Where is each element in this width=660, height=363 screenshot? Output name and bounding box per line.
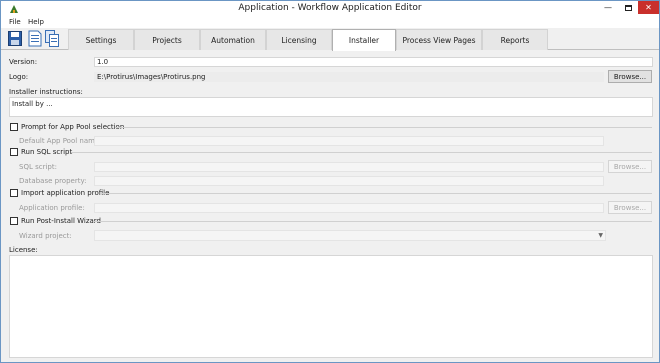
minimize-icon: —	[604, 3, 612, 12]
toolbar: Settings Projects Automation Licensing I…	[1, 28, 659, 51]
menu-help[interactable]: Help	[28, 18, 44, 26]
maximize-icon	[624, 4, 632, 11]
default-app-pool-label: Default App Pool name:	[19, 137, 102, 145]
close-button[interactable]: ✕	[638, 1, 659, 14]
tab-process-view-pages[interactable]: Process View Pages	[396, 29, 482, 50]
tab-settings[interactable]: Settings	[68, 29, 134, 50]
save-icon[interactable]	[8, 30, 22, 47]
version-label: Version:	[9, 58, 38, 66]
sql-script-label: SQL script:	[19, 163, 57, 171]
section-divider	[115, 127, 652, 128]
tab-projects[interactable]: Projects	[134, 29, 200, 50]
copy-icon[interactable]	[45, 30, 59, 47]
title-bar: Application - Workflow Application Edito…	[1, 1, 659, 17]
application-window: Application - Workflow Application Edito…	[0, 0, 660, 363]
application-profile-field[interactable]	[94, 203, 604, 213]
run-post-install-label: Run Post-Install Wizard	[21, 217, 101, 225]
wizard-project-label: Wizard project:	[19, 232, 72, 240]
database-property-input[interactable]	[94, 176, 604, 186]
version-input[interactable]: 1.0	[94, 57, 653, 67]
license-label: License:	[9, 246, 38, 254]
license-textarea[interactable]	[9, 255, 653, 358]
window-title: Application - Workflow Application Edito…	[238, 3, 422, 13]
tab-installer[interactable]: Installer	[332, 29, 396, 51]
import-profile-checkbox[interactable]	[10, 189, 18, 197]
chevron-down-icon: ▼	[598, 232, 603, 239]
sql-browse-button[interactable]: Browse...	[608, 160, 652, 173]
run-sql-checkbox[interactable]	[10, 148, 18, 156]
logo-browse-button[interactable]: Browse...	[608, 70, 652, 83]
menu-bar: File Help	[1, 17, 659, 28]
minimize-button[interactable]: —	[598, 1, 618, 14]
wizard-project-dropdown[interactable]: ▼	[94, 230, 606, 241]
menu-file[interactable]: File	[9, 18, 21, 26]
section-divider	[93, 221, 652, 222]
section-divider	[102, 193, 652, 194]
run-post-install-checkbox[interactable]	[10, 217, 18, 225]
profile-browse-button[interactable]: Browse...	[608, 201, 652, 214]
installer-instructions-label: Installer instructions:	[9, 88, 83, 96]
logo-label: Logo:	[9, 73, 29, 81]
prompt-app-pool-label: Prompt for App Pool selection	[21, 123, 125, 131]
close-icon: ✕	[645, 3, 652, 12]
database-property-label: Database property:	[19, 177, 87, 185]
tab-automation[interactable]: Automation	[200, 29, 266, 50]
document-icon[interactable]	[28, 30, 42, 47]
import-profile-label: Import application profile	[21, 189, 110, 197]
sql-script-field[interactable]	[94, 162, 604, 172]
section-divider	[71, 152, 652, 153]
prompt-app-pool-checkbox[interactable]	[10, 123, 18, 131]
installer-instructions-textarea[interactable]: Install by ...	[9, 97, 653, 117]
default-app-pool-input[interactable]	[94, 136, 604, 146]
installer-panel: Version: 1.0 Logo: E:\Protirus\Images\Pr…	[1, 51, 659, 362]
tab-licensing[interactable]: Licensing	[266, 29, 332, 50]
logo-path-field[interactable]: E:\Protirus\Images\Protirus.png	[94, 72, 604, 82]
maximize-button[interactable]	[618, 1, 638, 14]
run-sql-label: Run SQL script	[21, 148, 73, 156]
application-profile-label: Application profile:	[19, 204, 85, 212]
tab-reports[interactable]: Reports	[482, 29, 548, 50]
